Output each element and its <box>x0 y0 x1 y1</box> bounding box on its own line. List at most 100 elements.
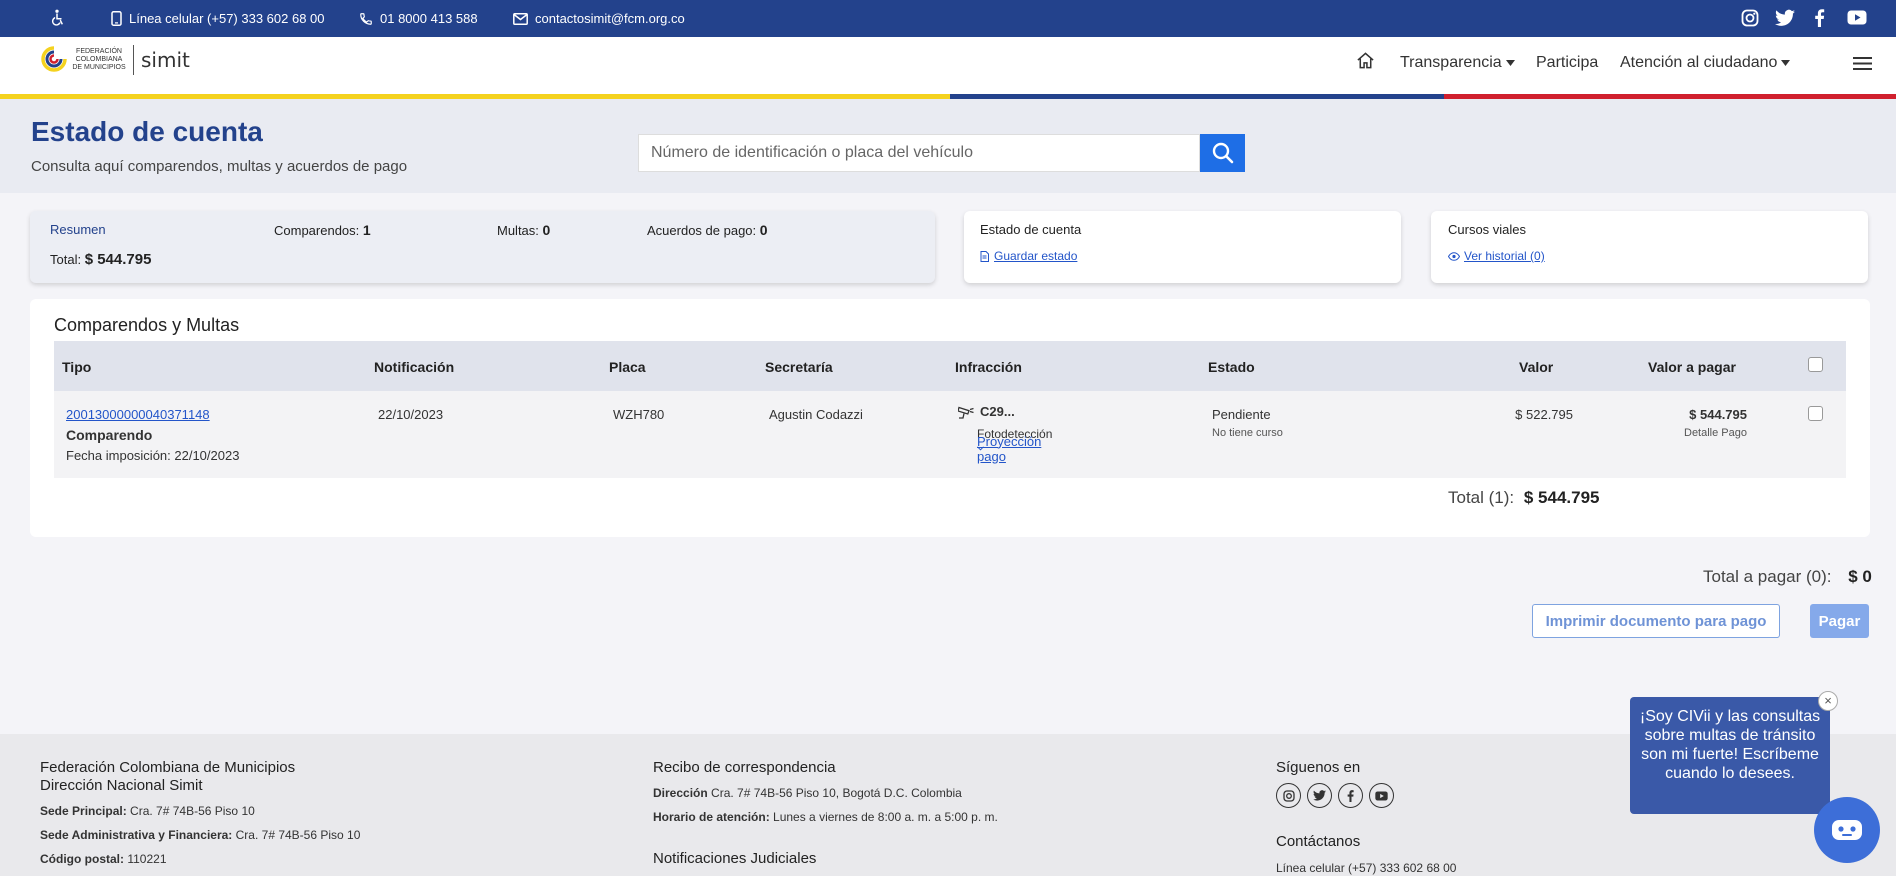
acuerdos-label: Acuerdos de pago: <box>647 223 757 238</box>
instagram-link[interactable] <box>1741 9 1759 27</box>
footer-postal: Código postal: 110221 <box>40 852 167 866</box>
ver-historial-text: Ver historial (0) <box>1464 249 1545 263</box>
row-infraccion: C29... <box>958 404 1015 419</box>
table-header: Tipo Notificación Placa Secretaría Infra… <box>54 341 1846 391</box>
chatbot-bubble[interactable]: ¡Soy CIVii y las consultas sobre multas … <box>1630 697 1830 814</box>
search-icon <box>1212 142 1233 164</box>
resumen-card: Resumen Comparendos: 1 Multas: 0 Acuerdo… <box>30 211 935 283</box>
row-valor: $ 522.795 <box>1515 407 1573 422</box>
speed-camera-icon <box>958 406 974 419</box>
nav-atencion[interactable]: Atención al ciudadano <box>1620 54 1791 72</box>
footer-sede-value: Cra. 7# 74B-56 Piso 10 <box>130 804 255 818</box>
top-bar: Línea celular (+57) 333 602 68 00 01 800… <box>0 0 1896 37</box>
multas-label: Multas: <box>497 223 539 238</box>
table-total-label: Total (1): <box>1448 488 1515 507</box>
logo-divider <box>133 45 134 75</box>
email-link[interactable]: contactosimit@fcm.org.co <box>513 11 685 26</box>
footer-twitter-link[interactable] <box>1307 783 1332 808</box>
footer-facebook-link[interactable] <box>1338 783 1363 808</box>
main-header: FEDERACIÓN COLOMBIANA DE MUNICIPIOS simi… <box>0 37 1896 94</box>
footer-direccion-value: Cra. 7# 74B-56 Piso 10, Bogotá D.C. Colo… <box>711 786 962 800</box>
footer-sede: Sede Principal: Cra. 7# 74B-56 Piso 10 <box>40 804 255 818</box>
nav-participa[interactable]: Participa <box>1536 54 1598 72</box>
footer-org: Federación Colombiana de Municipios <box>40 759 296 776</box>
total-a-pagar: Total a pagar (0): $ 0 <box>1703 567 1872 587</box>
footer-horario: Horario de atención: Lunes a viernes de … <box>653 810 998 824</box>
proyeccion-pago-text: Proyección pago <box>977 433 1042 464</box>
row-infraccion-code: C29... <box>980 404 1015 419</box>
search-button[interactable] <box>1200 134 1245 172</box>
menu-button[interactable] <box>1853 56 1872 71</box>
chatbot-close-button[interactable]: × <box>1818 691 1838 711</box>
youtube-link[interactable] <box>1847 10 1867 25</box>
fcm-simit-logo[interactable]: FEDERACIÓN COLOMBIANA DE MUNICIPIOS simi… <box>40 45 190 75</box>
table-total: Total (1): $ 544.795 <box>1448 488 1600 508</box>
row-curso: No tiene curso <box>1212 427 1283 439</box>
select-all-checkbox[interactable] <box>1808 357 1823 372</box>
footer-instagram-link[interactable] <box>1276 783 1301 808</box>
acuerdos-count: Acuerdos de pago: 0 <box>647 222 768 238</box>
instagram-icon <box>1741 9 1759 27</box>
cursos-viales-card: Cursos viales Ver historial (0) <box>1431 211 1868 283</box>
phone-icon <box>360 12 372 25</box>
proyeccion-pago-link[interactable]: Proyección pago <box>977 434 1041 464</box>
guardar-estado-text: Guardar estado <box>994 249 1078 263</box>
detalle-pago-link[interactable]: Detalle Pago <box>1643 427 1747 439</box>
search-input[interactable] <box>639 135 1199 171</box>
twitter-icon <box>1313 790 1326 801</box>
imprimir-documento-button[interactable]: Imprimir documento para pago <box>1532 604 1780 638</box>
table-row: 20013000000040371148 Comparendo Fecha im… <box>54 391 1846 478</box>
footer-sede-label: Sede Principal: <box>40 804 127 818</box>
facebook-icon <box>1815 9 1825 27</box>
landline-phone-link[interactable]: 01 8000 413 588 <box>359 11 478 26</box>
col-estado: Estado <box>1208 359 1255 375</box>
multas-value: 0 <box>542 222 551 238</box>
accessibility-button[interactable] <box>48 9 66 27</box>
pagar-button[interactable]: Pagar <box>1810 604 1869 638</box>
footer-recibo-title: Recibo de correspondencia <box>653 759 836 776</box>
mobile-phone-link[interactable]: Línea celular (+57) 333 602 68 00 <box>111 11 325 26</box>
row-notificacion: 22/10/2023 <box>378 407 444 422</box>
col-notificacion: Notificación <box>374 359 455 375</box>
row-checkbox[interactable] <box>1808 406 1823 421</box>
hero-section: Estado de cuenta Consulta aquí comparend… <box>0 99 1896 193</box>
youtube-icon <box>1375 790 1388 801</box>
total-a-pagar-value: $ 0 <box>1848 567 1872 586</box>
row-estado: Pendiente <box>1212 407 1271 422</box>
landline-phone-text: 01 8000 413 588 <box>380 11 478 26</box>
footer-postal-value: 110221 <box>127 852 167 866</box>
row-valor-pagar: $ 544.795 <box>1689 407 1747 422</box>
nav-atencion-label: Atención al ciudadano <box>1620 54 1778 71</box>
comparendo-number-link[interactable]: 20013000000040371148 <box>66 407 210 422</box>
col-infraccion: Infracción <box>955 359 1022 375</box>
footer-youtube-link[interactable] <box>1369 783 1394 808</box>
instagram-icon <box>1282 789 1295 802</box>
table-total-value: $ 544.795 <box>1523 488 1600 507</box>
facebook-icon <box>1347 789 1354 802</box>
cursos-card-title: Cursos viales <box>1448 222 1527 237</box>
footer-sede-admin-value: Cra. 7# 74B-56 Piso 10 <box>235 828 361 842</box>
resumen-total-label: Total: <box>50 252 82 267</box>
acuerdos-value: 0 <box>759 222 768 238</box>
home-icon <box>1357 52 1374 69</box>
row-tipo: Comparendo <box>66 427 153 443</box>
facebook-link[interactable] <box>1814 9 1825 27</box>
envelope-icon <box>513 12 528 25</box>
chatbot-launcher[interactable] <box>1814 797 1880 863</box>
footer-notif-title: Notificaciones Judiciales <box>653 850 817 867</box>
guardar-estado-link[interactable]: Guardar estado <box>980 249 1077 263</box>
col-secretaria: Secretaría <box>765 359 833 375</box>
footer-social <box>1276 783 1400 808</box>
simit-logo-text: simit <box>141 48 190 72</box>
home-link[interactable] <box>1356 51 1375 70</box>
twitter-link[interactable] <box>1775 9 1795 27</box>
total-a-pagar-label: Total a pagar (0): <box>1703 567 1832 586</box>
footer-siguenos: Síguenos en <box>1276 759 1361 776</box>
eye-icon <box>1448 251 1460 261</box>
caret-down-icon <box>1781 60 1791 66</box>
nav-transparencia[interactable]: Transparencia <box>1400 54 1515 72</box>
ver-historial-link[interactable]: Ver historial (0) <box>1448 249 1545 263</box>
footer-direccion-label: Dirección <box>653 786 708 800</box>
row-fecha-imposicion: Fecha imposición: 22/10/2023 <box>66 448 240 463</box>
footer-horario-value: Lunes a viernes de 8:00 a. m. a 5:00 p. … <box>773 810 998 824</box>
